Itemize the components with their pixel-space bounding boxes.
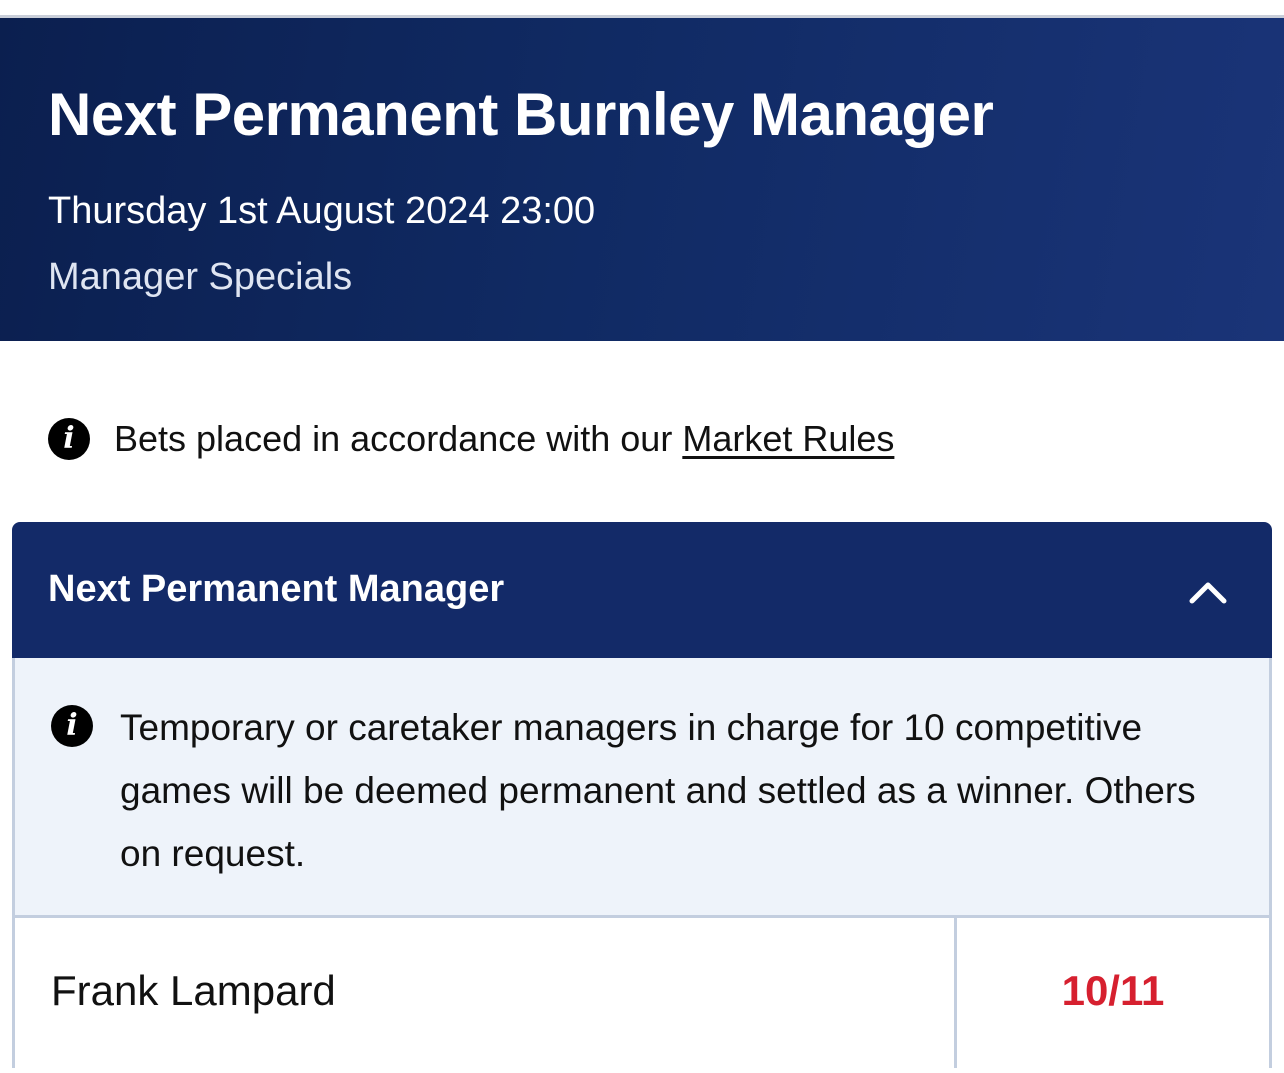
market-rules-link[interactable]: Market Rules: [682, 418, 894, 460]
selection-row: Frank Lampard 10/11: [12, 918, 1272, 1068]
event-header: Next Permanent Burnley Manager Thursday …: [0, 18, 1284, 341]
market-info-box: i Temporary or caretaker managers in cha…: [12, 658, 1272, 918]
selection-name: Frank Lampard: [15, 918, 957, 1068]
market-title: Next Permanent Manager: [48, 568, 505, 610]
rules-notice-text: Bets placed in accordance with our: [114, 418, 673, 459]
market-info-text: Temporary or caretaker managers in charg…: [120, 707, 1196, 874]
top-strip: [0, 0, 1284, 18]
market-header-toggle[interactable]: Next Permanent Manager: [12, 522, 1272, 658]
event-category: Manager Specials: [48, 256, 353, 298]
info-icon: i: [48, 418, 90, 460]
market-panel: Next Permanent Manager i Temporary or ca…: [12, 522, 1272, 1068]
info-icon: i: [51, 705, 93, 747]
chevron-up-icon[interactable]: [1188, 576, 1228, 606]
odds-button[interactable]: 10/11: [957, 918, 1269, 1068]
page-title: Next Permanent Burnley Manager: [48, 81, 994, 148]
market-rules-notice: i Bets placed in accordance with our Mar…: [48, 414, 894, 464]
event-datetime: Thursday 1st August 2024 23:00: [48, 190, 596, 232]
